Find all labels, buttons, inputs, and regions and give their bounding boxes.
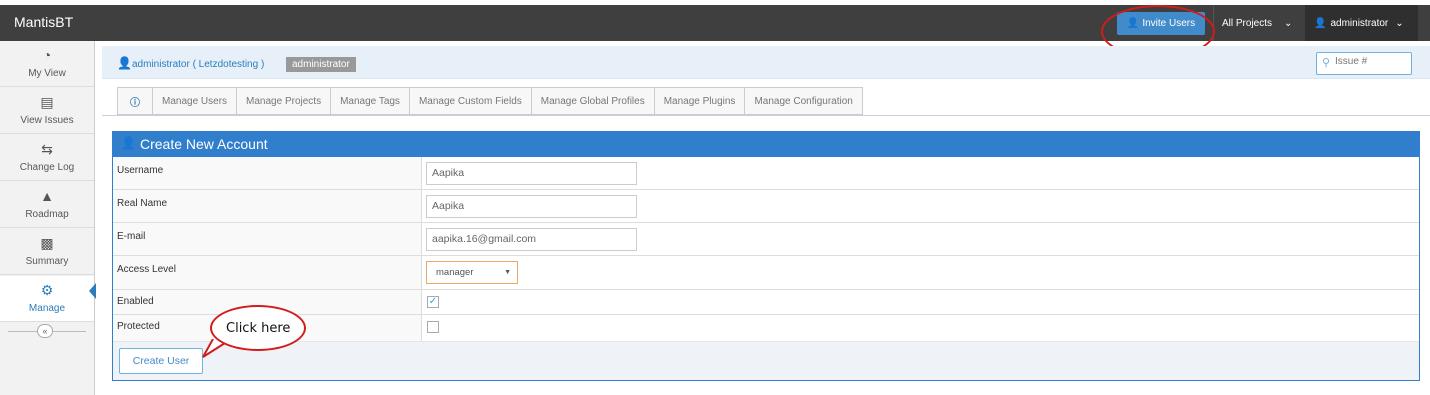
access-level-select[interactable]: manager ▼ [426, 261, 518, 284]
issue-search[interactable]: ⚲ [1316, 52, 1412, 75]
access-level-row: Access Level manager ▼ [113, 256, 1419, 290]
sidebar-item-label: My View [28, 68, 66, 79]
brand-logo[interactable]: MantisBT [14, 14, 73, 30]
navbar: MantisBT [0, 5, 1430, 41]
bar-chart-icon: ▩ [40, 235, 54, 251]
user-plus-icon: 👤 [1126, 18, 1140, 29]
panel-header: 👤 Create New Account [113, 132, 1419, 157]
invite-users-button[interactable]: 👤 Invite Users [1117, 12, 1205, 35]
search-icon: ⚲ [1322, 57, 1331, 69]
sidebar-collapse-button[interactable]: « [37, 324, 53, 338]
form-footer: Create User [113, 341, 1419, 380]
realname-field[interactable]: Aapika [426, 195, 637, 218]
user-icon: 👤 [121, 136, 136, 150]
create-account-panel: 👤 Create New Account Username Aapika Rea… [112, 131, 1420, 381]
label-cell [113, 223, 422, 255]
active-indicator [89, 283, 96, 299]
tab-manage-users[interactable]: Manage Users [152, 87, 237, 115]
sidebar-item-manage[interactable]: ⚙ Manage [0, 276, 94, 322]
sidebar-item-my-view[interactable]: ◔ My View [0, 41, 94, 87]
access-level-value: manager [436, 267, 474, 278]
protected-label: Protected [117, 321, 160, 332]
enabled-checkbox[interactable]: ✓ [427, 296, 439, 308]
username-label: Username [117, 165, 164, 176]
tab-manage-tags[interactable]: Manage Tags [330, 87, 409, 115]
tab-manage-projects[interactable]: Manage Projects [236, 87, 331, 115]
invite-users-label: Invite Users [1142, 18, 1196, 29]
chevron-down-icon: ⌄ [1284, 17, 1293, 29]
tab-manage-global-profiles[interactable]: Manage Global Profiles [530, 87, 654, 115]
projects-dropdown[interactable]: All Projects ⌄ [1222, 5, 1292, 41]
tabs-divider [102, 115, 1430, 116]
sidebar-item-label: Change Log [19, 162, 75, 173]
email-label: E-mail [117, 231, 146, 242]
dashboard-icon: ◔ [42, 47, 52, 63]
protected-row: Protected [113, 315, 1419, 341]
sidebar-item-label: Roadmap [25, 209, 69, 220]
sidebar-item-change-log[interactable]: ⇆ Change Log [0, 135, 94, 181]
realname-label: Real Name [117, 198, 168, 209]
role-badge: administrator [286, 57, 356, 72]
sidebar-item-roadmap[interactable]: ▲ Roadmap [0, 182, 94, 228]
panel-title: Create New Account [140, 136, 268, 152]
access-level-label: Access Level [117, 264, 176, 275]
projects-label: All Projects [1222, 17, 1273, 29]
sidebar: ◔ My View ▤ View Issues ⇆ Change Log ▲ R… [0, 41, 95, 395]
sidebar-item-label: Manage [28, 303, 66, 314]
gears-icon: ⚙ [40, 282, 54, 298]
retweet-icon: ⇆ [41, 141, 53, 157]
nav-divider [1213, 5, 1214, 41]
sidebar-item-label: View Issues [20, 115, 74, 126]
sidebar-item-view-issues[interactable]: ▤ View Issues [0, 88, 94, 134]
info-icon: ⓘ [130, 97, 140, 109]
user-menu[interactable]: 👤 administrator ⌄ [1314, 5, 1404, 41]
breadcrumb: 👤 administrator ( Letzdotesting ) admini… [102, 46, 1430, 79]
user-menu-label: administrator [1330, 17, 1389, 29]
protected-checkbox[interactable] [427, 321, 439, 333]
caret-down-icon: ▼ [504, 269, 511, 276]
username-row: Username Aapika [113, 157, 1419, 190]
checkmark-icon: ✓ [428, 296, 438, 307]
sidebar-item-summary[interactable]: ▩ Summary [0, 229, 94, 275]
tab-manage-custom-fields[interactable]: Manage Custom Fields [408, 87, 531, 115]
enabled-row: Enabled ✓ [113, 290, 1419, 315]
username-field[interactable]: Aapika [426, 162, 637, 185]
issue-search-input[interactable] [1335, 56, 1407, 67]
sidebar-item-label: Summary [25, 256, 69, 267]
tab-info[interactable]: ⓘ [117, 87, 152, 115]
tab-manage-configuration[interactable]: Manage Configuration [744, 87, 863, 115]
user-icon: 👤 [1314, 17, 1327, 29]
callout-text: Click here [226, 321, 291, 336]
list-icon: ▤ [40, 94, 54, 110]
manage-tabs: ⓘ Manage Users Manage Projects Manage Ta… [117, 87, 863, 115]
chevron-down-icon: ⌄ [1395, 17, 1404, 29]
create-user-button[interactable]: Create User [119, 348, 203, 374]
enabled-label: Enabled [117, 296, 154, 307]
email-field[interactable]: aapika.16@gmail.com [426, 228, 637, 251]
user-icon: 👤 [117, 56, 132, 70]
tab-manage-plugins[interactable]: Manage Plugins [653, 87, 745, 115]
breadcrumb-user-link[interactable]: administrator ( Letzdotesting ) [132, 59, 264, 70]
road-icon: ▲ [40, 188, 54, 204]
realname-row: Real Name Aapika [113, 190, 1419, 223]
email-row: E-mail aapika.16@gmail.com [113, 223, 1419, 256]
